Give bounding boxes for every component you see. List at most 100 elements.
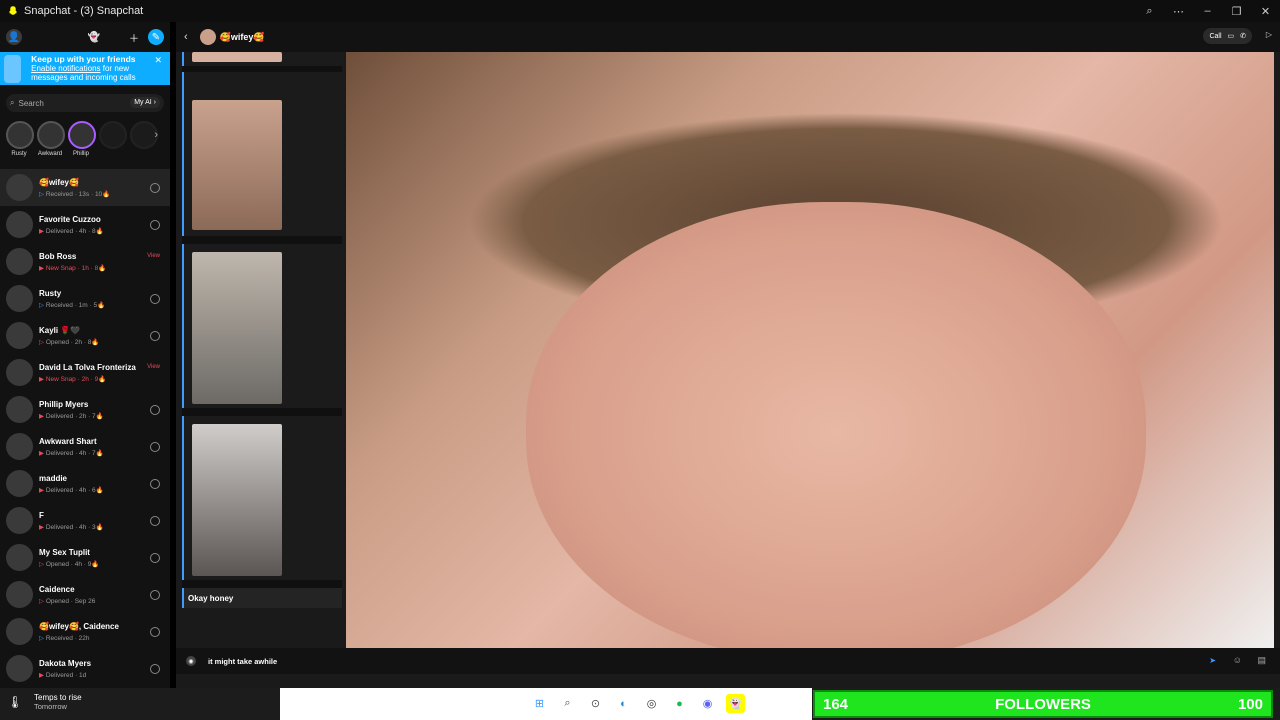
view-snap-button[interactable]: View xyxy=(147,364,160,370)
chat-status: Received · 22h xyxy=(45,634,90,642)
status-arrow-icon: ▶ xyxy=(39,486,46,494)
add-friend-icon[interactable]: ＋ xyxy=(126,29,142,45)
chat-title: 🥰wifey🥰 xyxy=(219,31,265,42)
title-bar: Snapchat - (3) Snapchat ⌕ ⋯ – ❐ ✕ xyxy=(0,0,1280,22)
video-icon[interactable]: ▭ xyxy=(1228,32,1235,40)
search-icon[interactable]: ⌕ xyxy=(558,694,577,713)
close-icon[interactable]: ✕ xyxy=(154,55,162,66)
minimize-button[interactable]: – xyxy=(1193,0,1222,22)
send-icon[interactable]: ➤ xyxy=(1209,656,1216,665)
enable-notifications-link[interactable]: Enable notifications xyxy=(31,64,100,73)
chat-status: Delivered · 4h · 6🔥 xyxy=(45,486,104,494)
camera-icon[interactable] xyxy=(150,220,160,230)
status-arrow-icon: ▶ xyxy=(39,671,46,679)
camera-icon[interactable] xyxy=(150,516,160,526)
chat-name: David La Tolva Fronteriza xyxy=(39,362,136,372)
story-item[interactable]: Awkward xyxy=(37,121,65,157)
status-arrow-icon: ▶ xyxy=(39,449,46,457)
app-icon[interactable]: ⊙ xyxy=(586,694,605,713)
avatar xyxy=(6,174,33,201)
snap-photo[interactable] xyxy=(346,52,1274,648)
camera-icon[interactable] xyxy=(150,553,160,563)
edge-icon[interactable]: ◐ xyxy=(614,694,633,713)
my-ai-button[interactable]: My AI › xyxy=(130,97,160,108)
spotify-icon[interactable]: ● xyxy=(670,694,689,713)
close-button[interactable]: ✕ xyxy=(1251,0,1280,22)
avatar xyxy=(6,433,33,460)
camera-icon[interactable] xyxy=(150,442,160,452)
chat-row[interactable]: maddie ▶ Delivered · 4h · 6🔥 xyxy=(0,465,170,502)
camera-icon[interactable] xyxy=(150,590,160,600)
chat-row[interactable]: Favorite Cuzzoo ▶ Delivered · 4h · 8🔥 xyxy=(0,206,170,243)
emoji-icon[interactable]: ☺ xyxy=(1233,655,1242,665)
search-input[interactable]: ⌕ Search My AI › xyxy=(6,94,164,112)
chat-row[interactable]: David La Tolva Fronteriza ▶ New Snap · 2h… xyxy=(0,354,170,391)
status-arrow-icon: ▷ xyxy=(39,634,46,642)
chat-row[interactable]: 🥰wifey🥰, Caidence ▷ Received · 22h xyxy=(0,613,170,650)
chat-status: Opened · 4h · 9🔥 xyxy=(45,560,100,568)
camera-icon[interactable] xyxy=(150,664,160,674)
avatar xyxy=(6,618,33,645)
chat-row[interactable]: Bob Ross ▶ New Snap · 1h · 8🔥 View xyxy=(0,243,170,280)
chat-name: 🥰wifey🥰 xyxy=(39,177,79,187)
zoom-icon[interactable]: ⌕ xyxy=(1135,0,1164,22)
call-button[interactable]: Call ▭ ✆ xyxy=(1203,28,1252,44)
chevron-right-icon[interactable]: › xyxy=(154,129,158,141)
chat-row[interactable]: Kayli 🌹🖤 ▷ Opened · 2h · 8🔥 xyxy=(0,317,170,354)
new-chat-icon[interactable]: ✎ xyxy=(148,29,164,45)
snap-message[interactable] xyxy=(182,52,344,66)
chat-row[interactable]: Awkward Shart ▶ Delivered · 4h · 7🔥 xyxy=(0,428,170,465)
play-icon[interactable]: ▷ xyxy=(1266,30,1272,39)
chat-row[interactable]: Dakota Myers ▶ Delivered · 1d xyxy=(0,650,170,687)
camera-icon[interactable] xyxy=(150,183,160,193)
profile-avatar[interactable]: 👤 xyxy=(6,29,22,45)
camera-icon[interactable] xyxy=(150,479,160,489)
camera-icon[interactable]: ◉ xyxy=(186,656,196,666)
story-item[interactable]: Rusty xyxy=(6,121,34,157)
obs-icon[interactable]: ◎ xyxy=(642,694,661,713)
message-input[interactable]: it might take awhile xyxy=(208,657,277,666)
back-icon[interactable]: ‹ xyxy=(184,31,188,43)
story-item[interactable] xyxy=(99,121,127,149)
snap-message[interactable] xyxy=(182,244,344,408)
message-column xyxy=(182,52,344,608)
avatar xyxy=(6,544,33,571)
story-item[interactable] xyxy=(130,121,158,149)
status-arrow-icon: ▶ xyxy=(39,227,46,235)
camera-icon[interactable] xyxy=(150,294,160,304)
chat-row[interactable]: 🥰wifey🥰 ▷ Received · 13s · 10🔥 xyxy=(0,169,170,206)
chat-status: Delivered · 1d xyxy=(45,671,87,679)
weather-subtext: Tomorrow xyxy=(34,702,67,711)
snapchat-icon[interactable]: 👻 xyxy=(726,694,745,713)
snap-message[interactable] xyxy=(182,416,344,580)
search-placeholder: Search xyxy=(18,98,44,108)
avatar xyxy=(6,396,33,423)
snap-message[interactable] xyxy=(182,72,344,236)
composer: ◉ it might take awhile ➤ ☺ ▤ xyxy=(176,648,1280,674)
camera-icon[interactable] xyxy=(150,405,160,415)
camera-icon[interactable] xyxy=(150,331,160,341)
avatar xyxy=(6,322,33,349)
avatar[interactable] xyxy=(199,29,216,45)
discord-icon[interactable]: ◉ xyxy=(698,694,717,713)
chat-status: Received · 13s · 10🔥 xyxy=(45,190,111,198)
windows-start-icon[interactable]: ⊞ xyxy=(530,694,549,713)
weather-widget[interactable]: 🌡 Temps to rise Tomorrow xyxy=(7,692,81,712)
phone-icon[interactable]: ✆ xyxy=(1240,32,1246,40)
chat-row[interactable]: Phillip Myers ▶ Delivered · 2h · 7🔥 xyxy=(0,391,170,428)
story-item[interactable]: Phillip xyxy=(68,121,96,157)
sticker-icon[interactable]: ▤ xyxy=(1257,655,1266,666)
chat-row[interactable]: F ▶ Delivered · 4h · 3🔥 xyxy=(0,502,170,539)
ghost-icon[interactable]: 👻 xyxy=(86,29,102,45)
followers-goal-bar: 164 FOLLOWERS 100 xyxy=(813,690,1273,718)
chat-row[interactable]: My Sex Tuplit ▷ Opened · 4h · 9🔥 xyxy=(0,539,170,576)
chat-row[interactable]: Caidence ▷ Opened · Sep 26 xyxy=(0,576,170,613)
chat-status: New Snap · 2h · 9🔥 xyxy=(45,375,107,383)
view-snap-button[interactable]: View xyxy=(147,253,160,259)
chat-row[interactable]: Rusty ▷ Received · 1m · 5🔥 xyxy=(0,280,170,317)
camera-icon[interactable] xyxy=(150,627,160,637)
avatar xyxy=(6,248,33,275)
avatar xyxy=(6,470,33,497)
more-icon[interactable]: ⋯ xyxy=(1164,0,1193,22)
maximize-button[interactable]: ❐ xyxy=(1222,0,1251,22)
